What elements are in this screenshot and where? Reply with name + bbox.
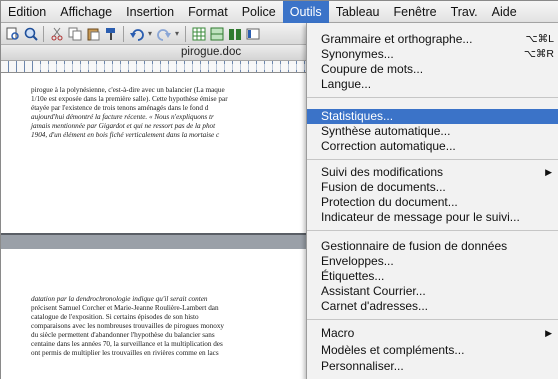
menu-separator: [307, 319, 558, 320]
menu-aide[interactable]: Aide: [485, 1, 524, 23]
menu-insertion[interactable]: Insertion: [119, 1, 181, 23]
print-preview-icon[interactable]: [4, 25, 21, 42]
menu-item-suivi[interactable]: Suivi des modifications ▶: [307, 165, 558, 180]
menu-separator: [307, 159, 558, 160]
outils-dropdown-menu: Grammaire et orthographe... ⌥⌘L Synonyme…: [306, 23, 558, 379]
redo-dropdown-icon[interactable]: ▾: [173, 25, 181, 42]
menu-item-etiquettes[interactable]: Étiquettes...: [307, 269, 558, 284]
zoom-icon[interactable]: [22, 25, 39, 42]
menu-item-correction[interactable]: Correction automatique...: [307, 139, 558, 154]
menu-item-protection[interactable]: Protection du document...: [307, 195, 558, 210]
toolbar-separator: [43, 25, 44, 42]
text-line: catalogue de l'exposition. Si certains é…: [31, 313, 199, 321]
menu-format[interactable]: Format: [181, 1, 235, 23]
undo-dropdown-icon[interactable]: ▾: [146, 25, 154, 42]
text-line: comparaisons avec les nombreuses trouvai…: [31, 322, 225, 330]
document-map-icon[interactable]: [244, 25, 261, 42]
document-page[interactable]: datation par la dendrochronologie indiqu…: [1, 249, 306, 379]
tables-borders-icon[interactable]: [208, 25, 225, 42]
menu-item-langue[interactable]: Langue...: [307, 77, 558, 92]
menu-item-modeles[interactable]: Modèles et compléments...: [307, 343, 558, 358]
document-title-bar: pirogue.doc: [1, 45, 306, 61]
text-line: précisent Samuel Corcher et Marie-Jeanne…: [31, 304, 219, 312]
menu-bar: Edition Affichage Insertion Format Polic…: [1, 0, 558, 23]
text-line: ont permis de multiplier les trouvailles…: [31, 349, 219, 357]
cut-icon[interactable]: [48, 25, 65, 42]
menu-item-personnaliser[interactable]: Personnaliser...: [307, 359, 558, 374]
document-title: pirogue.doc: [181, 46, 242, 58]
app-window: Edition Affichage Insertion Format Polic…: [0, 0, 558, 379]
menu-item-synonymes[interactable]: Synonymes... ⌥⌘R: [307, 47, 558, 62]
menu-affichage[interactable]: Affichage: [53, 1, 119, 23]
menu-item-label: Synonymes...: [321, 47, 394, 61]
menu-edition[interactable]: Edition: [1, 1, 53, 23]
menu-item-enveloppes[interactable]: Enveloppes...: [307, 254, 558, 269]
text-line: 1904, d'un élément en bois fiché vertica…: [31, 131, 220, 139]
text-line: du siècle permettent d'abandonner l'hypo…: [31, 331, 215, 339]
shortcut-label: ⌥⌘L: [525, 33, 554, 45]
paste-icon[interactable]: [84, 25, 101, 42]
submenu-arrow-icon: ▶: [545, 328, 552, 338]
menu-tableau[interactable]: Tableau: [329, 1, 387, 23]
text-line: pirogue à la polynésienne, c'est-à-dire …: [31, 86, 225, 94]
text-line: aujourd'hui démontré la facture récente.…: [31, 113, 214, 121]
menu-separator: [307, 230, 558, 231]
menu-item-statistiques[interactable]: Statistiques...: [307, 109, 558, 124]
menu-outils[interactable]: Outils: [282, 0, 329, 23]
menu-separator: [307, 97, 558, 98]
text-line: datation par la dendrochronologie indiqu…: [31, 295, 208, 303]
menu-item-label: Suivi des modifications: [321, 165, 444, 179]
toolbar-separator: [123, 25, 124, 42]
menu-item-label: Grammaire et orthographe...: [321, 32, 473, 46]
menu-item-gestionnaire[interactable]: Gestionnaire de fusion de données: [307, 239, 558, 254]
menu-item-label: Macro: [321, 326, 355, 340]
menu-item-fusion[interactable]: Fusion de documents...: [307, 180, 558, 195]
menu-item-macro[interactable]: Macro ▶: [307, 326, 558, 341]
undo-icon[interactable]: [128, 25, 145, 42]
ruler-text-area: [35, 64, 306, 70]
text-line: jamais mentionnée par Gigardot et qui ne…: [31, 122, 216, 130]
columns-icon[interactable]: [226, 25, 243, 42]
menu-trav[interactable]: Trav.: [444, 1, 485, 23]
text-line: 1/10e est exposée dans la première salle…: [31, 95, 228, 103]
document-page[interactable]: pirogue à la polynésienne, c'est-à-dire …: [1, 73, 306, 233]
menu-item-coupure[interactable]: Coupure de mots...: [307, 62, 558, 77]
submenu-arrow-icon: ▶: [545, 167, 552, 177]
menu-item-synthese[interactable]: Synthèse automatique...: [307, 124, 558, 139]
horizontal-ruler[interactable]: [1, 61, 306, 73]
redo-icon[interactable]: [155, 25, 172, 42]
menu-item-indicateur[interactable]: Indicateur de message pour le suivi...: [307, 210, 558, 225]
insert-table-icon[interactable]: [190, 25, 207, 42]
menu-police[interactable]: Police: [235, 1, 283, 23]
menu-item-carnet[interactable]: Carnet d'adresses...: [307, 299, 558, 314]
shortcut-label: ⌥⌘R: [523, 48, 554, 60]
menu-fenetre[interactable]: Fenêtre: [386, 1, 443, 23]
format-painter-icon[interactable]: [102, 25, 119, 42]
page-break-gap: [1, 233, 306, 249]
menu-item-grammaire[interactable]: Grammaire et orthographe... ⌥⌘L: [307, 32, 558, 47]
text-line: étayée par l'existence de trois tenons a…: [31, 104, 209, 112]
standard-toolbar: ▾ ▾: [1, 23, 306, 45]
copy-icon[interactable]: [66, 25, 83, 42]
menu-item-assistant[interactable]: Assistant Courrier...: [307, 284, 558, 299]
text-line: centaine dans les années 70, la surveill…: [31, 340, 223, 348]
toolbar-separator: [185, 25, 186, 42]
